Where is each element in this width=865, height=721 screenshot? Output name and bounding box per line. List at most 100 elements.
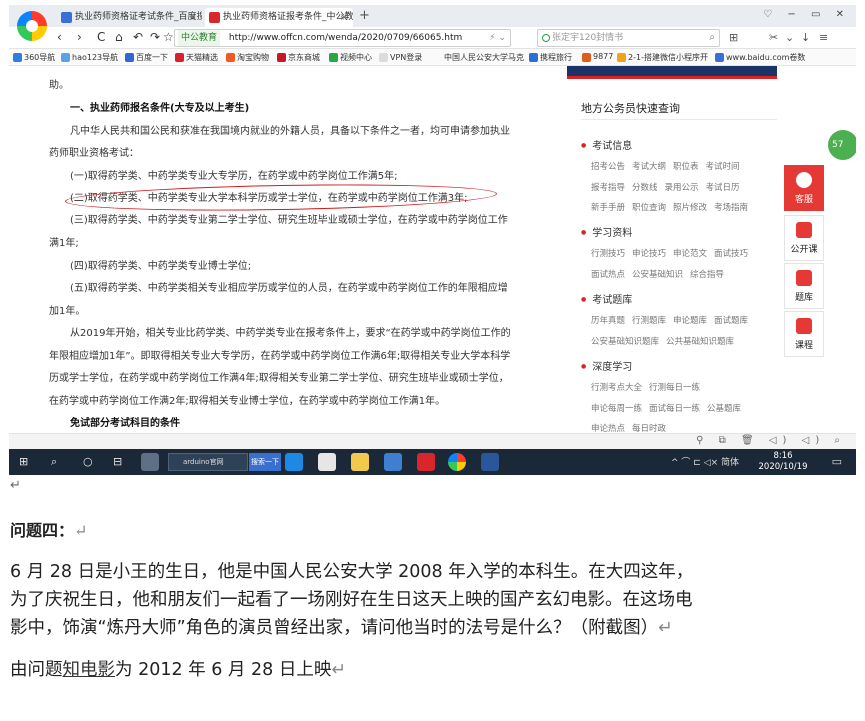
- close-tab-icon[interactable]: ×: [340, 8, 348, 27]
- customer-service-button[interactable]: 客服: [784, 165, 824, 211]
- address-bar[interactable]: 中公教育 http://www.offcn.com/wenda/2020/070…: [174, 29, 511, 47]
- task-view-icon[interactable]: ⊟: [113, 455, 122, 468]
- open-class-button[interactable]: 公开课: [784, 215, 824, 261]
- bookmark-icon: [175, 53, 184, 62]
- sidebar-group-head[interactable]: 考试题库: [581, 291, 632, 306]
- course-button[interactable]: 课程: [784, 311, 824, 357]
- sidebar-group-head[interactable]: 深度学习: [581, 358, 632, 373]
- bookmark-item[interactable]: 携程旅行: [529, 52, 572, 63]
- bookmark-item[interactable]: 视频中心: [329, 52, 372, 63]
- cortana-icon[interactable]: ○: [83, 455, 93, 468]
- status-icons[interactable]: ⚲ ⧉ 🗑 ◁) ◁) ⌕: [696, 435, 846, 446]
- bookmark-item[interactable]: 百度一下: [125, 52, 168, 63]
- sidebar-link[interactable]: 公安基础知识题库: [591, 337, 659, 347]
- sidebar-link-row: 行测考点大全 行测每日一练: [591, 381, 707, 393]
- back-icon[interactable]: ‹: [57, 30, 62, 44]
- bookmark-item[interactable]: VPN登录: [379, 52, 422, 63]
- window-controls[interactable]: ♡ − ▭ ✕: [763, 9, 850, 20]
- sidebar-link[interactable]: 行测技巧: [591, 249, 625, 259]
- sidebar-link[interactable]: 职位表: [673, 162, 699, 172]
- sidebar-link[interactable]: 考试时间: [706, 162, 740, 172]
- sidebar-link[interactable]: 面试热点: [591, 270, 625, 280]
- forward-icon[interactable]: ›: [77, 30, 82, 44]
- sidebar-link[interactable]: 公安基础知识: [632, 270, 683, 280]
- sidebar-link[interactable]: 职位查询: [632, 203, 666, 213]
- browser-logo-icon[interactable]: [17, 11, 47, 41]
- sidebar-link[interactable]: 行测考点大全: [591, 383, 642, 393]
- bookmark-item[interactable]: 360导航: [13, 52, 55, 63]
- sidebar-link[interactable]: 考试大纲: [632, 162, 666, 172]
- bookmark-item[interactable]: 中国人民公安大学马克: [433, 52, 524, 63]
- search-icon[interactable]: ⌕: [51, 455, 57, 469]
- taskbar-search-button[interactable]: 搜索一下: [249, 453, 281, 471]
- sidebar-link[interactable]: 新手手册: [591, 203, 625, 213]
- url-text[interactable]: http://www.offcn.com/wenda/2020/0709/660…: [229, 33, 462, 43]
- explorer-icon[interactable]: [351, 453, 369, 471]
- undo-icon[interactable]: ↶: [133, 30, 143, 44]
- mail-icon[interactable]: [384, 453, 402, 471]
- sidebar-link[interactable]: 面试题库: [714, 316, 748, 326]
- sidebar-link[interactable]: 照片修改: [673, 203, 707, 213]
- scissors-icon[interactable]: ✂: [769, 31, 778, 44]
- sidebar-link-row: 历年真题 行测题库 申论题库 面试题库: [591, 314, 755, 326]
- search-box[interactable]: 张定宇120封情书 ⌕: [537, 29, 720, 47]
- sidebar-link[interactable]: 录用公示: [665, 183, 699, 193]
- start-icon[interactable]: ⊞: [19, 455, 28, 468]
- system-tray[interactable]: ^ ⌒ ⊏ ◁× 简体: [671, 455, 739, 468]
- notification-icon[interactable]: ▭: [832, 455, 842, 468]
- app-icon[interactable]: [141, 453, 159, 471]
- sidebar-link[interactable]: 申论技巧: [632, 249, 666, 259]
- clock[interactable]: 8:16 2020/10/19: [757, 451, 809, 473]
- sidebar-link[interactable]: 申论题库: [673, 316, 707, 326]
- sidebar-link[interactable]: 行测题库: [632, 316, 666, 326]
- bookmark-item[interactable]: 2-1-搭建微信小程序开: [617, 52, 708, 63]
- home-icon[interactable]: ⌂: [115, 30, 123, 44]
- sidebar-link[interactable]: 分数线: [632, 183, 658, 193]
- chevron-down-icon[interactable]: ⌄: [785, 31, 794, 44]
- bookmark-item[interactable]: www.baidu.com卷数: [715, 52, 805, 63]
- sidebar-link[interactable]: 申论范文: [673, 249, 707, 259]
- redo-icon[interactable]: ↷: [150, 30, 160, 44]
- bookmark-item[interactable]: hao123导航: [61, 52, 118, 63]
- star-icon[interactable]: ☆: [163, 30, 174, 44]
- sidebar-link[interactable]: 综合指导: [690, 270, 724, 280]
- close-tab-icon[interactable]: ×: [189, 8, 197, 27]
- apps-icon[interactable]: ⊞: [729, 31, 738, 44]
- clock-time: 8:16: [773, 451, 793, 461]
- bookmark-item[interactable]: 京东商城: [277, 52, 320, 63]
- sidebar-link[interactable]: 面试每日一练: [649, 404, 700, 414]
- browser-app-icon[interactable]: [448, 453, 466, 471]
- sidebar-link[interactable]: 公基题库: [707, 404, 741, 414]
- refresh-icon[interactable]: C: [97, 30, 105, 44]
- bookmark-item[interactable]: 淘宝购物: [226, 52, 269, 63]
- offcn-app-icon[interactable]: [417, 453, 435, 471]
- address-actions-icon[interactable]: ⚡ ⌄: [489, 30, 506, 46]
- sidebar-link[interactable]: 申论每周一练: [591, 404, 642, 414]
- sidebar-group-head[interactable]: 学习资料: [581, 224, 632, 239]
- green-side-badge[interactable]: 57: [828, 130, 856, 160]
- sidebar-link[interactable]: 行测每日一练: [649, 383, 700, 393]
- question-bank-button[interactable]: 题库: [784, 263, 824, 309]
- bookmark-item[interactable]: 9877: [582, 52, 613, 62]
- new-tab-button[interactable]: +: [359, 8, 370, 23]
- sidebar-link[interactable]: 申论热点: [591, 424, 625, 433]
- menu-icon[interactable]: ≡: [819, 31, 828, 44]
- word-icon[interactable]: [481, 453, 499, 471]
- taskbar-search-field[interactable]: arduino官网: [168, 453, 248, 471]
- sidebar-link[interactable]: 考试日历: [706, 183, 740, 193]
- sidebar-link[interactable]: 公共基础知识题库: [666, 337, 734, 347]
- tab-baidu-search[interactable]: 执业药师资格证考试条件_百度搜 ×: [57, 8, 202, 27]
- sidebar-link[interactable]: 招考公告: [591, 162, 625, 172]
- sidebar-link[interactable]: 面试技巧: [714, 249, 748, 259]
- download-icon[interactable]: ↓: [801, 31, 810, 44]
- search-icon[interactable]: ⌕: [709, 30, 715, 46]
- tab-offcn-active[interactable]: 执业药师资格证报考条件_中公教 ×: [205, 8, 353, 27]
- sidebar-link[interactable]: 每日时政: [632, 424, 666, 433]
- sidebar-link[interactable]: 历年真题: [591, 316, 625, 326]
- edge-icon[interactable]: [285, 453, 303, 471]
- sidebar-group-head[interactable]: 考试信息: [581, 137, 632, 152]
- bookmark-item[interactable]: 天猫精选: [175, 52, 218, 63]
- sidebar-link[interactable]: 报考指导: [591, 183, 625, 193]
- store-icon[interactable]: [318, 453, 336, 471]
- sidebar-link[interactable]: 考场指南: [714, 203, 748, 213]
